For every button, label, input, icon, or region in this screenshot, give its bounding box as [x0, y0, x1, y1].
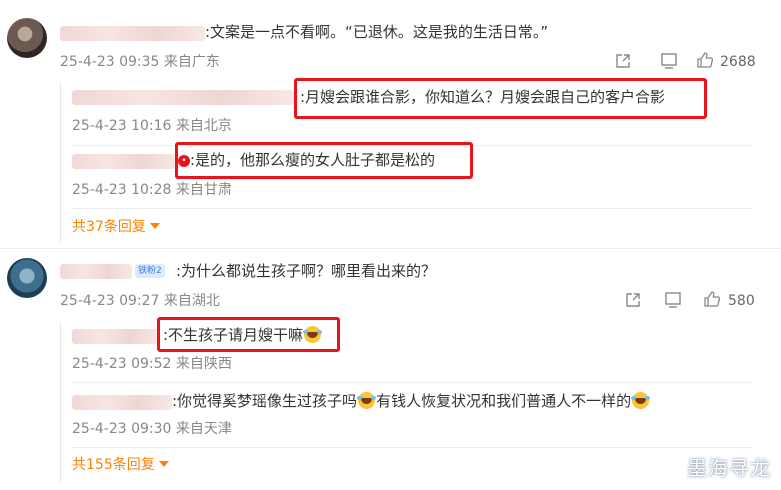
redacted-username[interactable]	[72, 395, 172, 410]
chevron-down-icon	[149, 223, 160, 229]
fan-badge[interactable]: 铁粉2	[135, 264, 165, 278]
laughing-tears-emoji-icon	[357, 392, 376, 409]
comment-location: 来自湖北	[163, 293, 220, 309]
reply-location: 来自甘肃	[175, 182, 232, 198]
divider	[72, 208, 752, 209]
reply-thread-line	[60, 82, 61, 242]
divider	[72, 447, 752, 448]
like-count: 2688	[720, 54, 756, 70]
comment-divider	[0, 248, 781, 249]
reply-location: 来自天津	[175, 421, 232, 437]
redacted-username[interactable]	[72, 329, 160, 344]
reply-text-part: :你觉得奚梦瑶像生过孩子吗	[172, 392, 358, 410]
reply-text: :你觉得奚梦瑶像生过孩子吗 有钱人恢复状况和我们普通人不一样的	[172, 391, 650, 411]
more-replies-link[interactable]: 共37条回复	[72, 218, 160, 236]
comment-icon[interactable]	[660, 52, 678, 70]
avatar[interactable]	[7, 18, 47, 58]
reply-time: 25-4-23 10:28	[72, 182, 172, 198]
comment-meta: 25-4-23 09:27 来自湖北	[60, 292, 220, 310]
highlight-box	[175, 142, 473, 179]
comment-text: :文案是一点不看啊。“已退休。这是我的生活日常。”	[205, 23, 549, 41]
reply-text-part: 有钱人恢复状况和我们普通人不一样的	[376, 392, 632, 410]
like-count: 580	[728, 293, 755, 309]
redacted-username[interactable]	[60, 264, 132, 279]
reply-time: 25-4-23 09:52	[72, 356, 172, 372]
share-icon[interactable]	[614, 52, 632, 70]
watermark: 墨海寻龙	[687, 456, 771, 480]
more-replies-link[interactable]: 共155条回复	[72, 456, 169, 474]
comment-time: 25-4-23 09:35	[60, 54, 160, 70]
more-replies-label: 共155条回复	[72, 457, 155, 473]
redacted-username[interactable]	[72, 154, 176, 169]
like-icon[interactable]	[703, 290, 721, 308]
highlight-box	[157, 317, 340, 352]
reply-meta: 25-4-23 09:52 来自陕西	[72, 355, 232, 373]
comment-text: :为什么都说生孩子啊？哪里看出来的？	[176, 262, 437, 280]
divider	[72, 382, 752, 383]
chevron-down-icon	[158, 461, 169, 467]
highlight-box	[294, 78, 707, 119]
avatar[interactable]	[7, 258, 47, 298]
reply-location: 来自北京	[175, 118, 232, 134]
reply-time: 25-4-23 10:16	[72, 118, 172, 134]
reply-meta: 25-4-23 09:30 来自天津	[72, 420, 232, 438]
reply-meta: 25-4-23 10:28 来自甘肃	[72, 181, 232, 199]
redacted-username[interactable]	[72, 90, 294, 105]
reply-location: 来自陕西	[175, 356, 232, 372]
like-icon[interactable]	[696, 51, 714, 69]
comment-location: 来自广东	[163, 54, 220, 70]
laughing-tears-emoji-icon	[631, 392, 650, 409]
more-replies-label: 共37条回复	[72, 219, 146, 235]
comment-time: 25-4-23 09:27	[60, 293, 160, 309]
comment-icon[interactable]	[664, 291, 682, 309]
share-icon[interactable]	[624, 291, 642, 309]
reply-time: 25-4-23 09:30	[72, 421, 172, 437]
reply-meta: 25-4-23 10:16 来自北京	[72, 117, 232, 135]
redacted-username[interactable]	[60, 26, 205, 41]
reply-thread-line	[60, 322, 61, 482]
comment-meta: 25-4-23 09:35 来自广东	[60, 53, 220, 71]
